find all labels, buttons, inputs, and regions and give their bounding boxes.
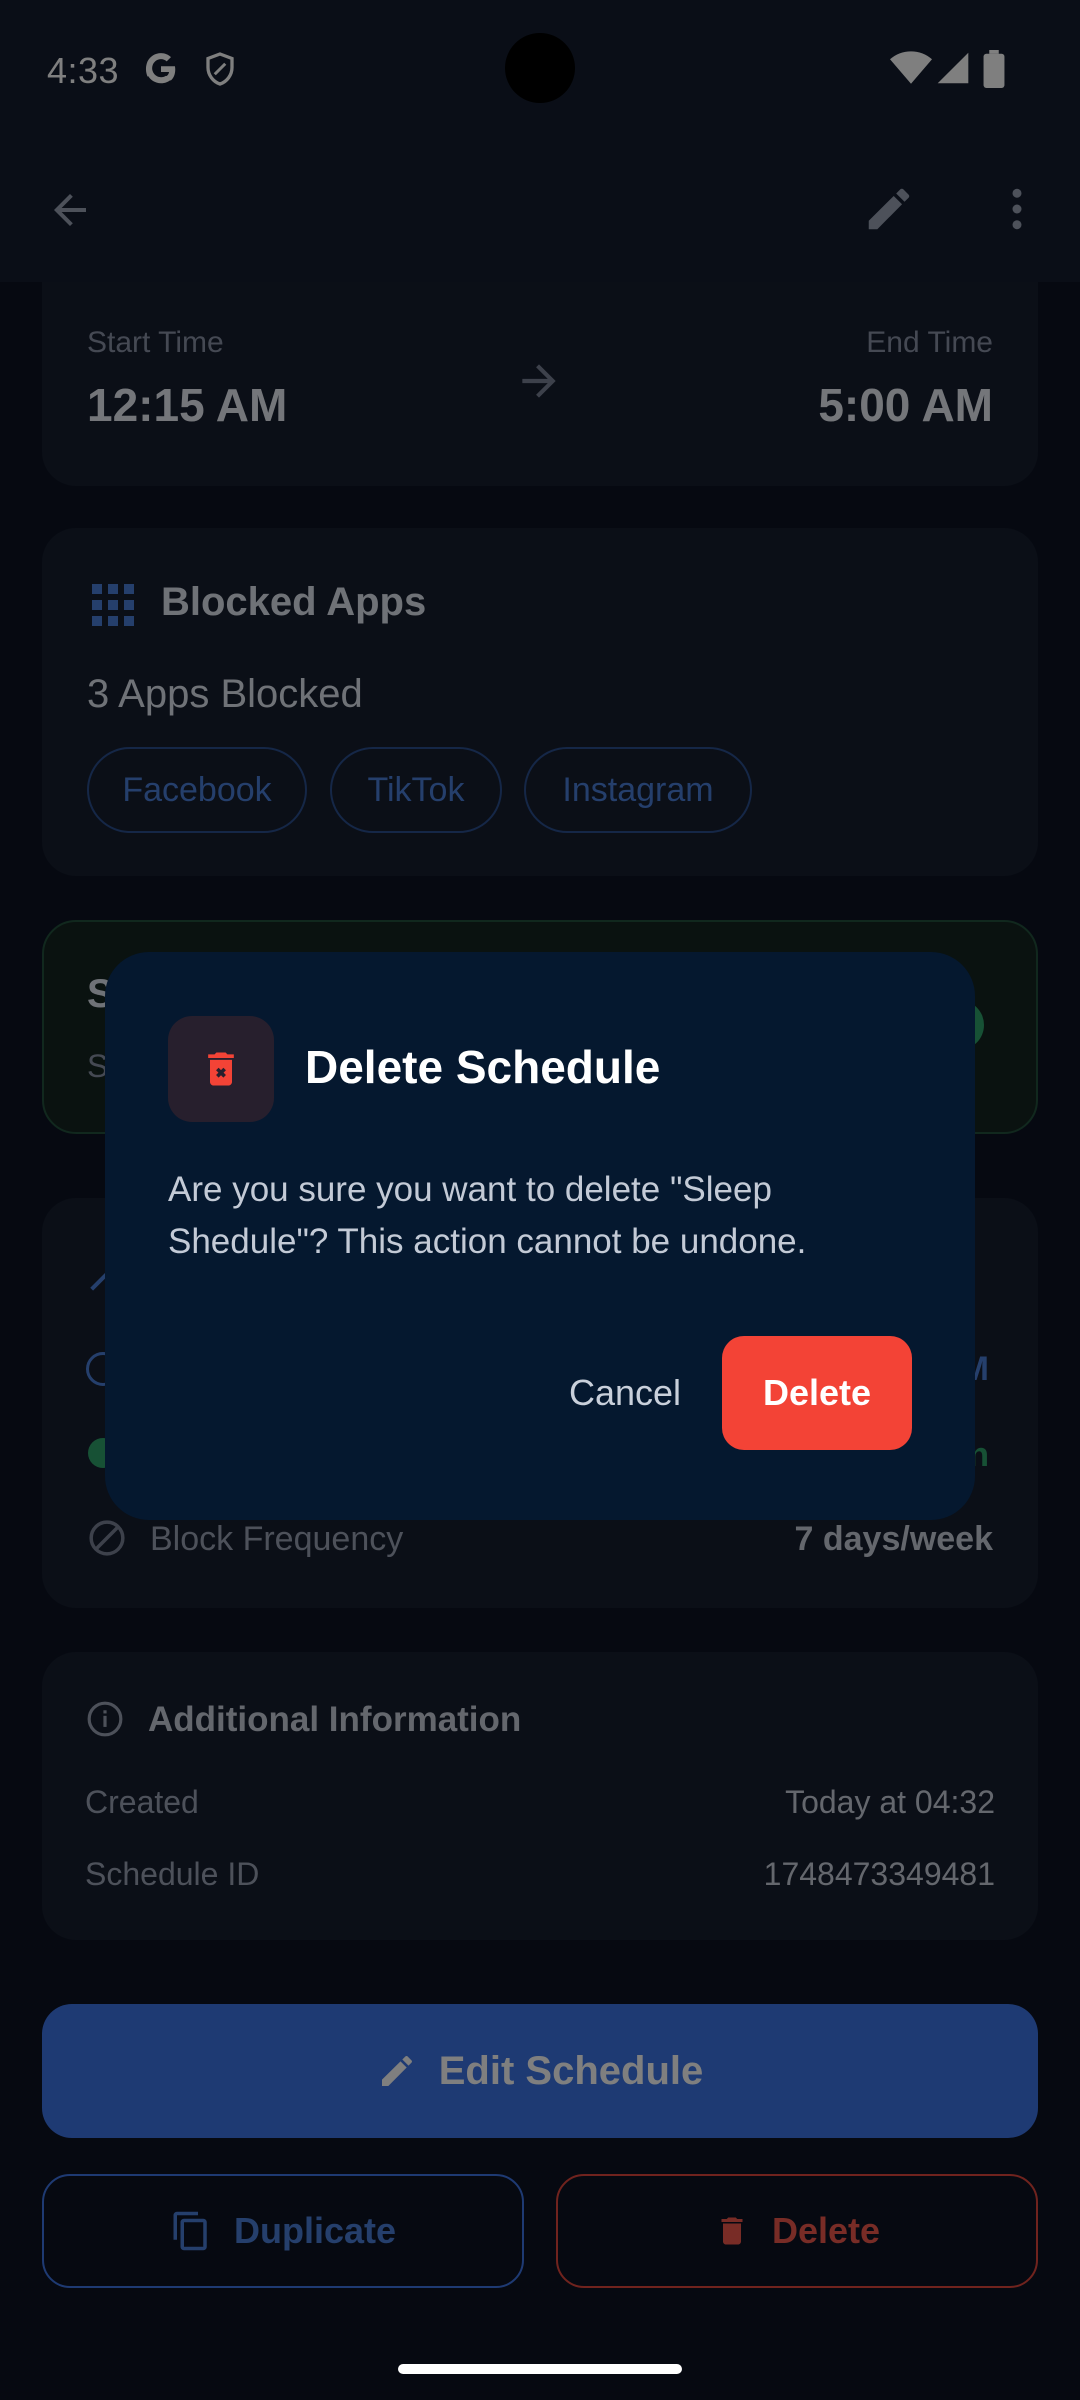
- dialog-message: Are you sure you want to delete "Sleep S…: [168, 1170, 807, 1261]
- dialog-icon-container: [168, 1016, 274, 1122]
- home-indicator[interactable]: [398, 2364, 682, 2374]
- dialog-title: Delete Schedule: [305, 1041, 661, 1093]
- dialog-cancel-button[interactable]: Cancel: [535, 1336, 715, 1450]
- delete-confirmation-dialog: Delete Schedule Are you sure you want to…: [105, 952, 975, 1520]
- dialog-delete-button[interactable]: Delete: [722, 1336, 912, 1450]
- delete-forever-icon: [208, 1052, 234, 1086]
